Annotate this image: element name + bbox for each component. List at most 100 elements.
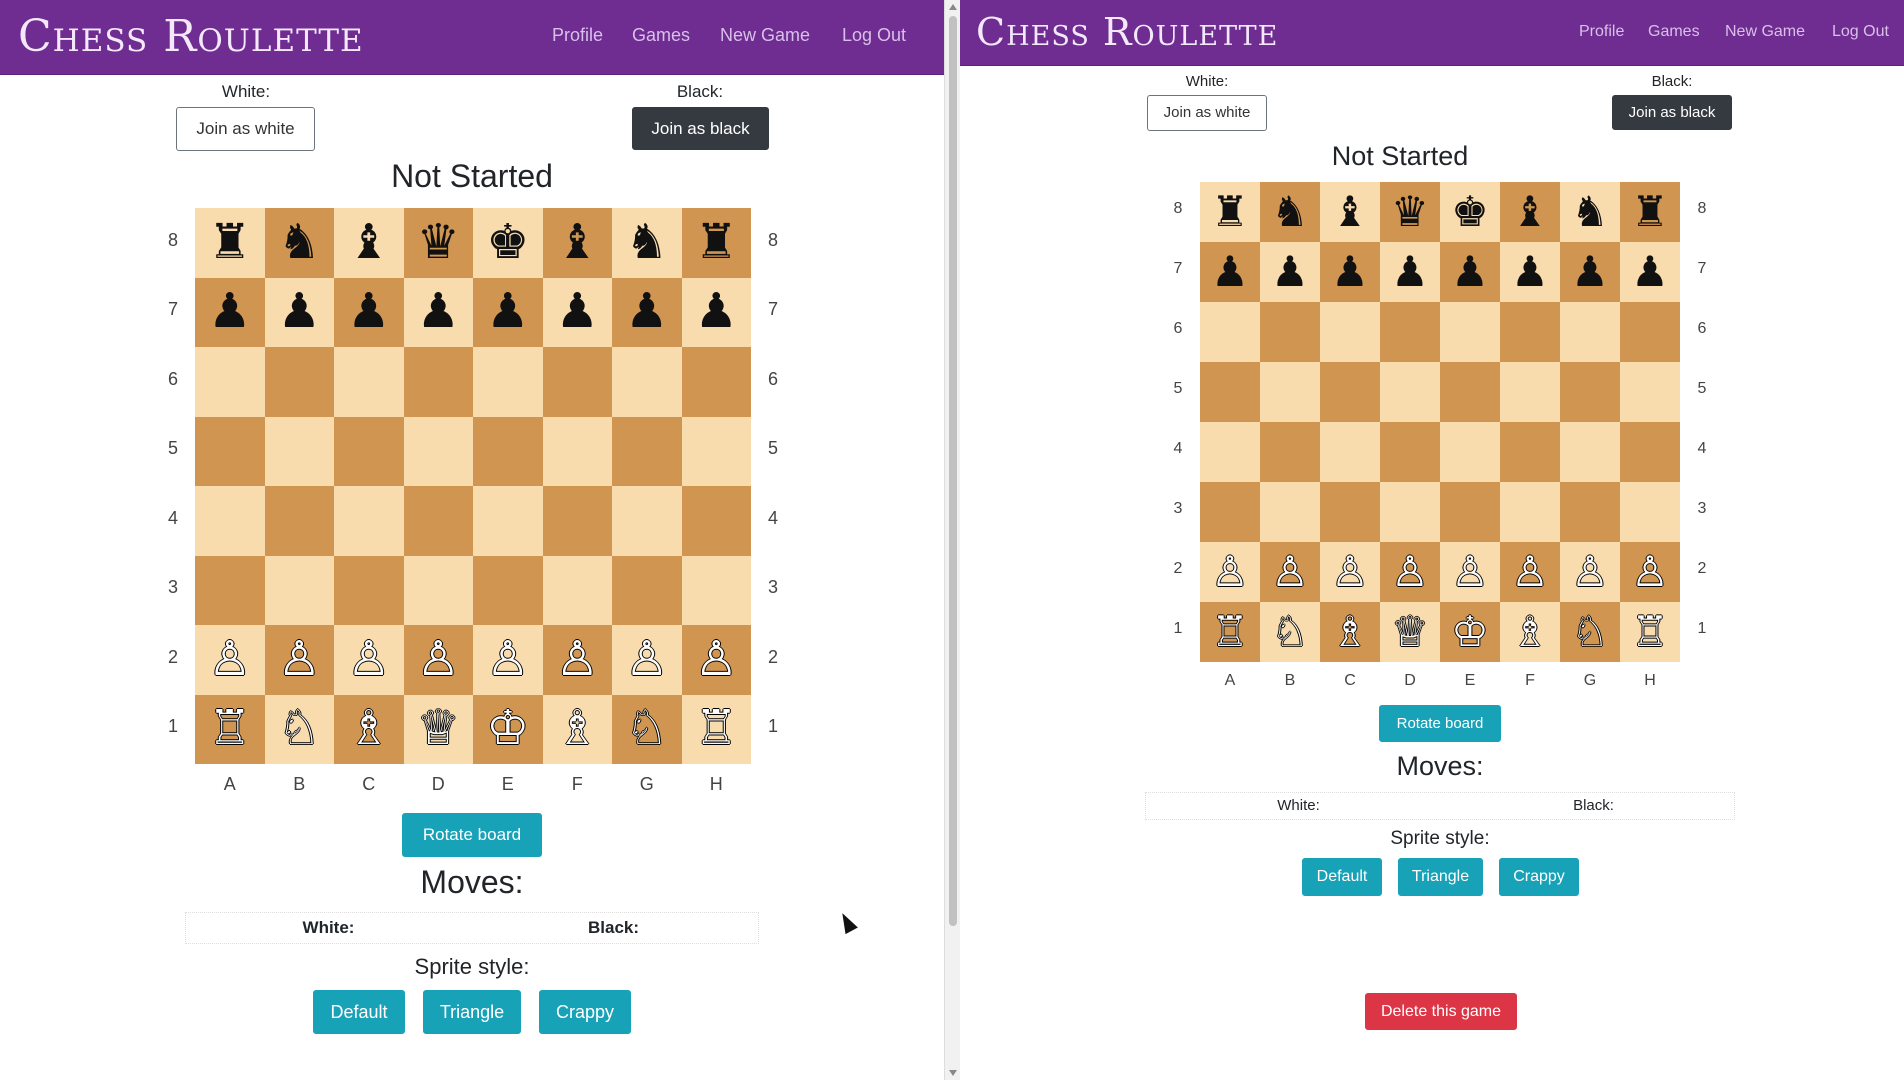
white-piece-icon[interactable]: ♔ (1451, 611, 1489, 653)
white-piece-icon[interactable]: ♖ (1211, 611, 1249, 653)
square-f3[interactable] (1500, 482, 1560, 542)
square-a3[interactable] (1200, 482, 1260, 542)
black-piece-icon[interactable]: ♚ (1451, 191, 1489, 233)
square-a8[interactable]: ♜ (195, 208, 265, 278)
black-piece-icon[interactable]: ♞ (1571, 191, 1609, 233)
square-b4[interactable] (264, 486, 334, 556)
square-d3[interactable] (403, 555, 473, 625)
black-piece-icon[interactable]: ♟ (208, 288, 251, 336)
black-piece-icon[interactable]: ♟ (417, 288, 460, 336)
square-d6[interactable] (1380, 302, 1440, 362)
scrollbar-thumb[interactable] (949, 16, 957, 926)
square-h7[interactable]: ♟ (681, 277, 751, 347)
square-a6[interactable] (195, 347, 265, 417)
white-piece-icon[interactable]: ♖ (695, 705, 738, 753)
square-b3[interactable] (264, 555, 334, 625)
black-piece-icon[interactable]: ♟ (486, 288, 529, 336)
square-f2[interactable]: ♙ (542, 625, 612, 695)
white-piece-icon[interactable]: ♙ (1571, 551, 1609, 593)
square-f6[interactable] (1500, 302, 1560, 362)
white-piece-icon[interactable]: ♙ (208, 635, 251, 684)
square-g2[interactable]: ♙ (1560, 542, 1620, 602)
square-d6[interactable] (403, 347, 473, 417)
square-a6[interactable] (1200, 302, 1260, 362)
square-d5[interactable] (403, 416, 473, 486)
square-b3[interactable] (1260, 482, 1320, 542)
square-g5[interactable] (612, 416, 682, 486)
square-c7[interactable]: ♟ (1320, 242, 1380, 302)
square-f7[interactable]: ♟ (1500, 242, 1560, 302)
white-piece-icon[interactable]: ♙ (486, 635, 529, 684)
square-c2[interactable]: ♙ (1320, 542, 1380, 602)
square-d8[interactable]: ♛ (1380, 182, 1440, 242)
white-piece-icon[interactable]: ♗ (556, 705, 599, 753)
black-piece-icon[interactable]: ♝ (1331, 191, 1369, 233)
square-e2[interactable]: ♙ (1440, 542, 1500, 602)
black-piece-icon[interactable]: ♚ (486, 218, 529, 267)
square-g4[interactable] (612, 486, 682, 556)
black-piece-icon[interactable]: ♟ (278, 288, 321, 336)
white-piece-icon[interactable]: ♗ (347, 705, 390, 753)
square-c1[interactable]: ♗ (334, 694, 404, 764)
square-e5[interactable] (473, 416, 543, 486)
square-h3[interactable] (1620, 482, 1680, 542)
square-f1[interactable]: ♗ (1500, 602, 1560, 662)
square-g3[interactable] (612, 555, 682, 625)
square-c3[interactable] (1320, 482, 1380, 542)
white-piece-icon[interactable]: ♖ (208, 705, 251, 753)
square-e1[interactable]: ♔ (473, 694, 543, 764)
square-e3[interactable] (473, 555, 543, 625)
black-piece-icon[interactable]: ♟ (1631, 251, 1669, 293)
square-e2[interactable]: ♙ (473, 625, 543, 695)
square-d3[interactable] (1380, 482, 1440, 542)
white-piece-icon[interactable]: ♘ (625, 705, 668, 753)
square-e7[interactable]: ♟ (1440, 242, 1500, 302)
sprite-triangle-button[interactable]: Triangle (423, 990, 521, 1034)
square-f4[interactable] (542, 486, 612, 556)
black-piece-icon[interactable]: ♟ (556, 288, 599, 336)
brand-logo[interactable]: Chess Roulette (18, 0, 364, 74)
square-e4[interactable] (1440, 422, 1500, 482)
square-g7[interactable]: ♟ (1560, 242, 1620, 302)
square-e7[interactable]: ♟ (473, 277, 543, 347)
square-h2[interactable]: ♙ (1620, 542, 1680, 602)
square-b6[interactable] (264, 347, 334, 417)
square-d4[interactable] (403, 486, 473, 556)
square-a5[interactable] (1200, 362, 1260, 422)
square-c1[interactable]: ♗ (1320, 602, 1380, 662)
white-piece-icon[interactable]: ♕ (417, 705, 460, 753)
black-piece-icon[interactable]: ♜ (1631, 191, 1669, 233)
join-as-black-button[interactable]: Join as black (1612, 95, 1732, 130)
rotate-board-button[interactable]: Rotate board (402, 813, 542, 857)
chess-board[interactable]: ♜ ♞ ♝ ♛ ♚ ♝ ♞ ♜ ♟ ♟ ♟ ♟ ♟ ♟ ♟ ♟ ♙ ♙ ♙ ♙ ♙ ♙ ♙ ♙ ♖ ♘ ♗ ♕ ♔ ♗ ♘ ♖ (195, 208, 751, 764)
white-piece-icon[interactable]: ♙ (1331, 551, 1369, 593)
nav-profile[interactable]: Profile (552, 25, 603, 46)
square-c6[interactable] (1320, 302, 1380, 362)
square-a2[interactable]: ♙ (195, 625, 265, 695)
brand-logo[interactable]: Chess Roulette (976, 0, 1278, 65)
square-f8[interactable]: ♝ (1500, 182, 1560, 242)
square-d1[interactable]: ♕ (1380, 602, 1440, 662)
white-piece-icon[interactable]: ♔ (486, 705, 529, 753)
scroll-down-arrow-icon[interactable] (949, 1070, 957, 1076)
nav-log-out[interactable]: Log Out (1832, 23, 1889, 41)
square-b6[interactable] (1260, 302, 1320, 362)
square-b2[interactable]: ♙ (1260, 542, 1320, 602)
square-e6[interactable] (1440, 302, 1500, 362)
join-as-white-button[interactable]: Join as white (176, 107, 315, 151)
square-c6[interactable] (334, 347, 404, 417)
square-e8[interactable]: ♚ (473, 208, 543, 278)
join-as-black-button[interactable]: Join as black (632, 107, 769, 150)
white-piece-icon[interactable]: ♙ (347, 635, 390, 684)
square-e3[interactable] (1440, 482, 1500, 542)
black-piece-icon[interactable]: ♟ (1211, 251, 1249, 293)
vertical-scrollbar[interactable] (944, 0, 961, 1080)
white-piece-icon[interactable]: ♙ (695, 635, 738, 684)
square-c8[interactable]: ♝ (334, 208, 404, 278)
white-piece-icon[interactable]: ♙ (1211, 551, 1249, 593)
black-piece-icon[interactable]: ♟ (1271, 251, 1309, 293)
square-a7[interactable]: ♟ (1200, 242, 1260, 302)
square-g5[interactable] (1560, 362, 1620, 422)
square-h7[interactable]: ♟ (1620, 242, 1680, 302)
square-h2[interactable]: ♙ (681, 625, 751, 695)
